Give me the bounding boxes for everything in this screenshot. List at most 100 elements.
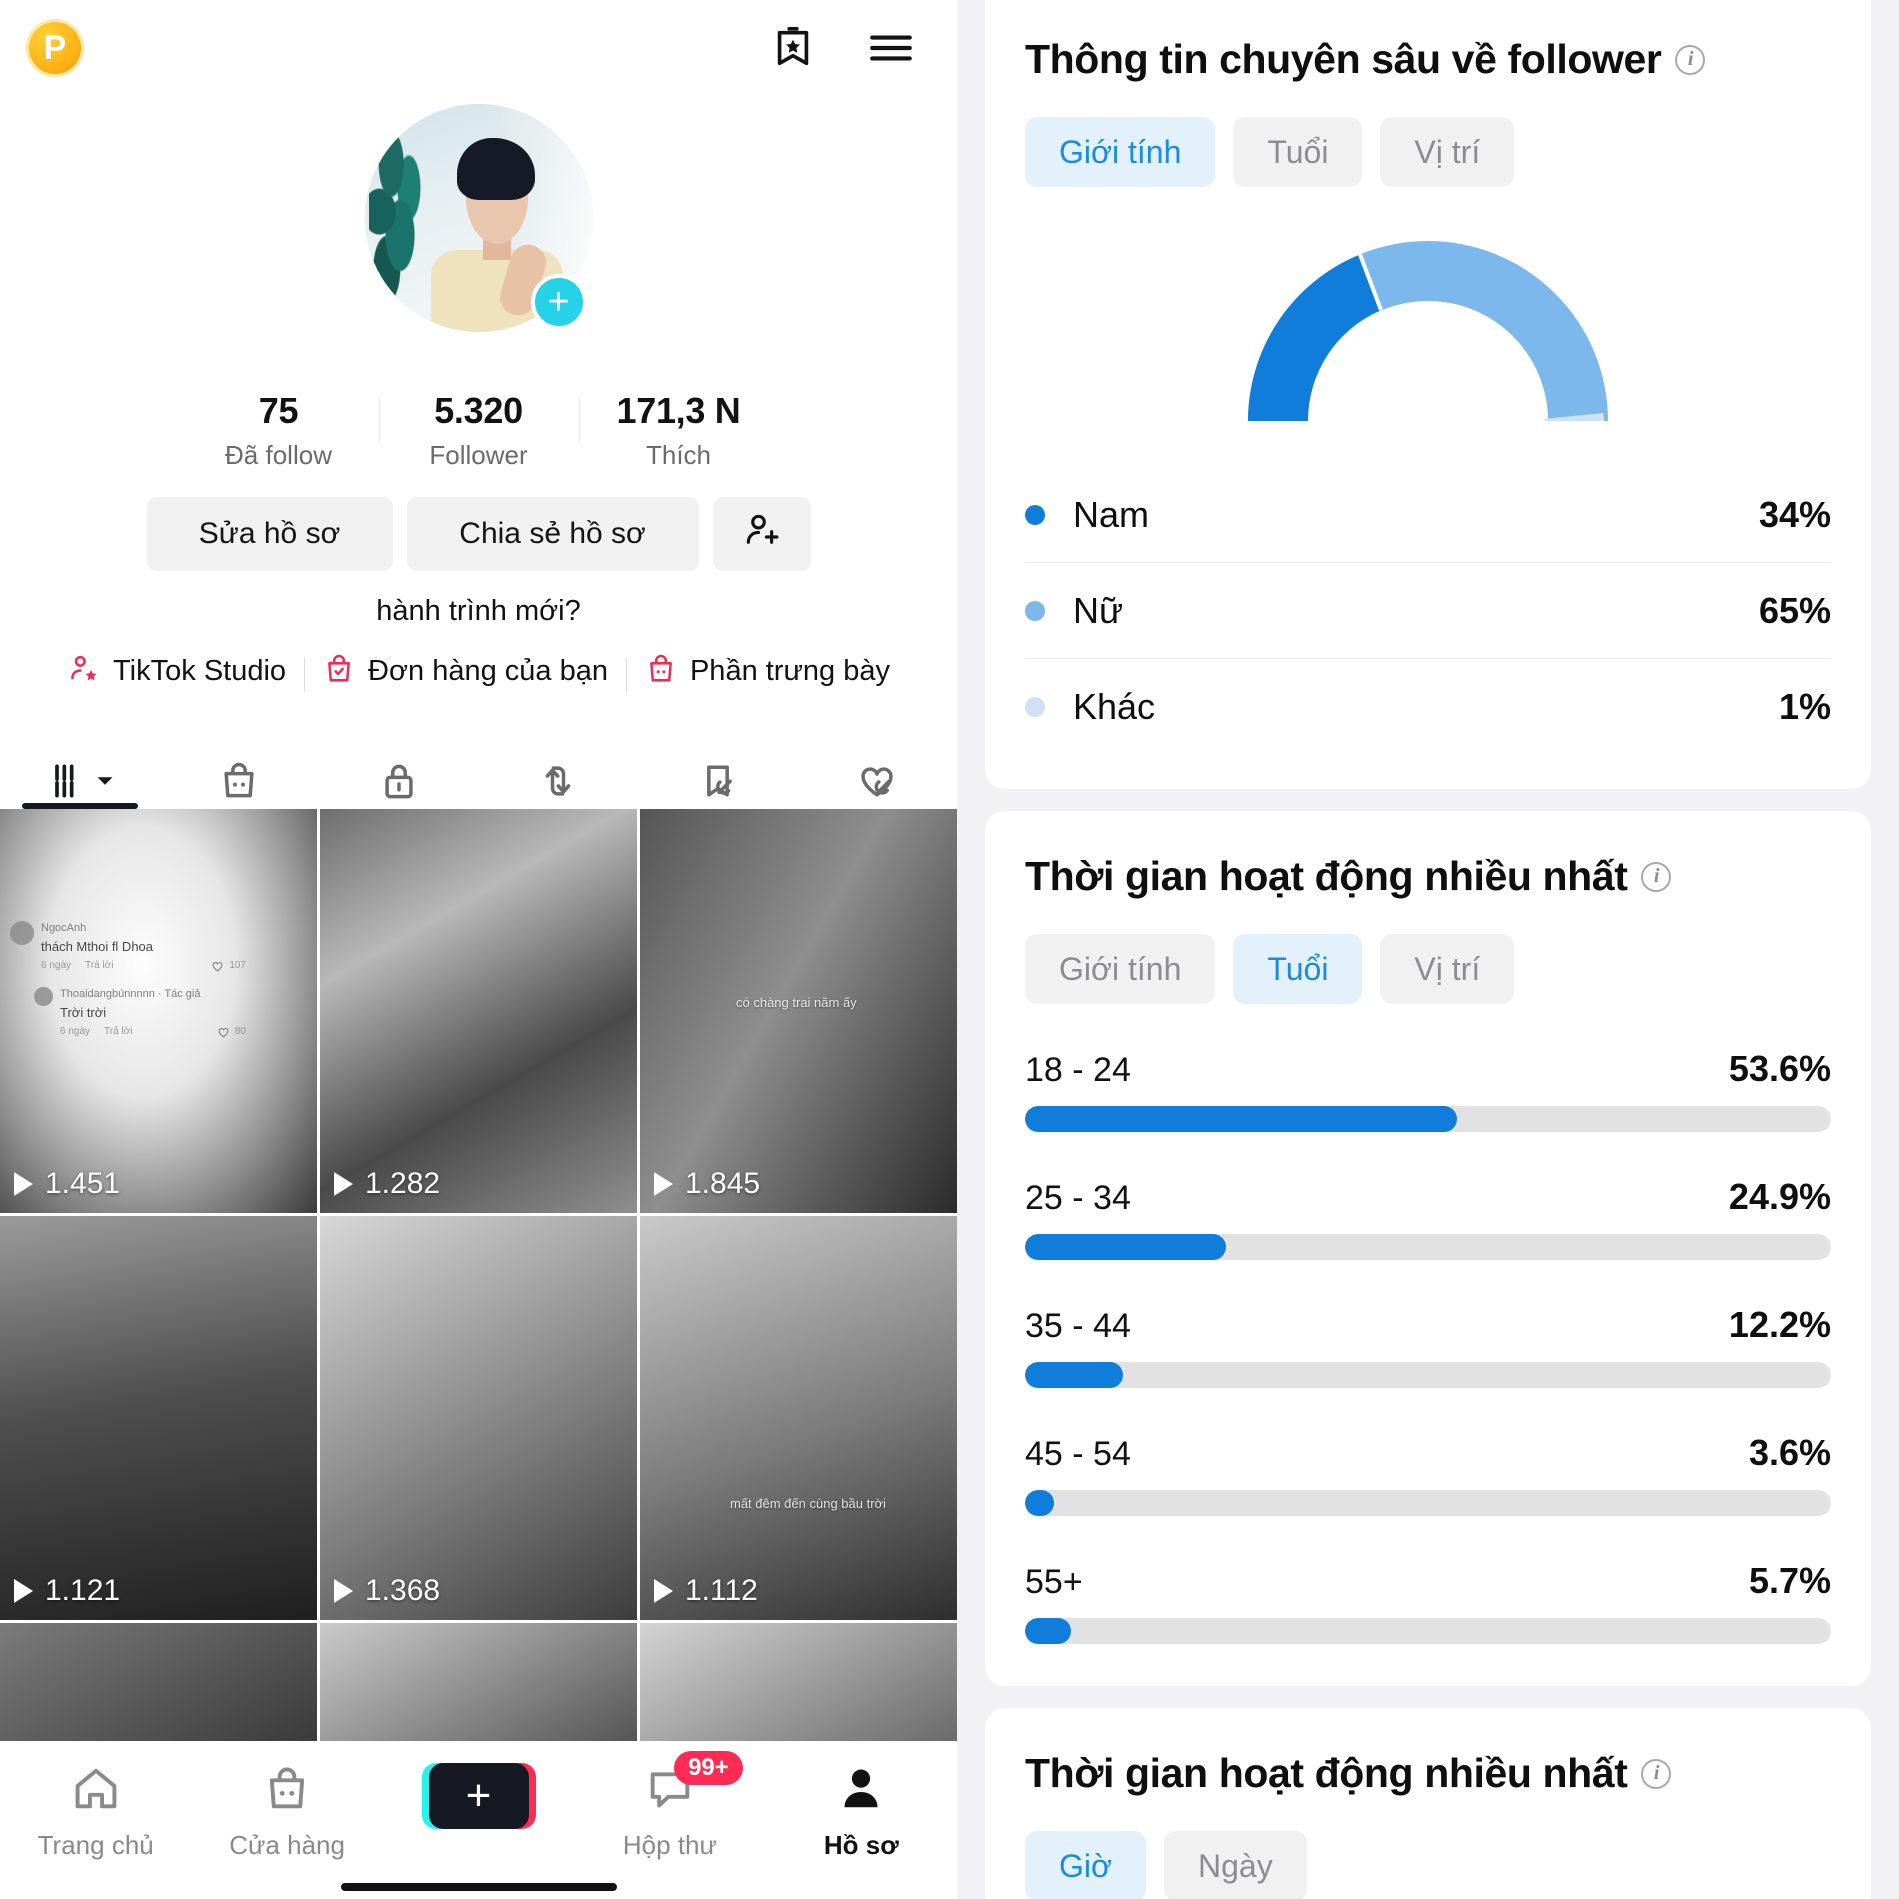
video-view-count: 1.121 (14, 1574, 120, 1608)
create-plus-icon[interactable]: + (421, 1763, 536, 1829)
shortcut-label: Phần trưng bày (689, 655, 890, 687)
stat-value: 5.320 (434, 390, 523, 431)
tab-repost[interactable] (479, 717, 639, 809)
add-friend-button[interactable] (712, 497, 811, 571)
comment-avatar (34, 986, 53, 1006)
bar-value: 12.2% (1728, 1304, 1831, 1345)
coin-badge-icon[interactable]: P (26, 19, 84, 77)
video-cell[interactable] (640, 1623, 957, 1743)
stat-following[interactable]: 75 Đã follow (179, 390, 379, 471)
add-person-icon (741, 509, 783, 559)
bar-row: 18 - 24 53.6% (1025, 1048, 1831, 1132)
segment-gender[interactable]: Giới tính (1025, 117, 1216, 187)
video-cell[interactable]: 1.121 (0, 1216, 317, 1620)
bar-row: 35 - 44 12.2% (1025, 1304, 1831, 1388)
edit-profile-button[interactable]: Sửa hồ sơ (146, 497, 393, 571)
bar-value: 3.6% (1748, 1432, 1831, 1473)
comment-time: 6 ngày (60, 1026, 91, 1038)
segment-location[interactable]: Vị trí (1380, 117, 1515, 187)
bar-label: 45 - 54 (1025, 1435, 1131, 1473)
bar-fill (1025, 1106, 1458, 1132)
bar-label: 25 - 34 (1025, 1179, 1131, 1217)
bookmark-star-icon[interactable] (767, 22, 819, 74)
profile-shortcuts: TikTok Studio Đơn hàng của bạn Phần trưn… (0, 652, 957, 692)
comment-like-count: 107 (229, 960, 246, 972)
bar-label: 55+ (1025, 1563, 1083, 1601)
nav-item-profile[interactable]: Hồ sơ (766, 1763, 957, 1861)
view-count-value: 1.368 (365, 1574, 441, 1607)
segment-gender[interactable]: Giới tính (1025, 934, 1216, 1004)
share-profile-button[interactable]: Chia sẻ hồ sơ (406, 497, 699, 571)
video-grid: NgocAnh thách Mthoi fl Dhoa 6 ngày Trả l… (0, 809, 957, 1743)
nav-item-inbox[interactable]: 99+ Hộp thư (574, 1751, 765, 1861)
plus-badge-icon[interactable]: + (530, 274, 587, 330)
bar-track (1025, 1490, 1831, 1516)
segment-age[interactable]: Tuổi (1233, 934, 1363, 1004)
legend-dot-other (1025, 697, 1045, 717)
legend-item: Nam 34% (1025, 467, 1831, 563)
bar-head: 55+ 5.7% (1025, 1560, 1831, 1602)
comment-meta: 6 ngày Trả lời 80 (60, 1025, 246, 1039)
comment-author: Thoaidangbúnnnnn · Tác giả (60, 987, 246, 1002)
inbox-badge: 99+ (674, 1751, 743, 1786)
video-cell[interactable]: 1.282 (320, 809, 637, 1213)
nav-label: Trang chủ (37, 1830, 154, 1860)
stat-followers[interactable]: 5.320 Follower (378, 390, 579, 471)
info-icon[interactable]: i (1641, 1758, 1672, 1789)
nav-item-home[interactable]: Trang chủ (0, 1763, 191, 1861)
stat-likes[interactable]: 171,3 N Thích (578, 390, 779, 471)
bar-fill (1025, 1234, 1226, 1260)
tab-private[interactable] (319, 717, 479, 809)
shortcut-showcase[interactable]: Phần trưng bày (625, 652, 908, 692)
topbar-icons (767, 22, 931, 74)
play-icon (654, 1579, 673, 1603)
shortcut-your-orders[interactable]: Đơn hàng của bạn (304, 652, 626, 692)
profile-tabs (0, 717, 957, 809)
tab-saved[interactable] (638, 717, 798, 809)
gender-gauge-chart (1025, 221, 1831, 431)
active-time-age-card: Thời gian hoạt động nhiều nhất i Giới tí… (985, 811, 1871, 1686)
bar-fill (1025, 1362, 1124, 1388)
heart-icon (212, 961, 223, 972)
nav-item-shop[interactable]: Cửa hàng (191, 1763, 382, 1861)
video-cell[interactable]: có chàng trai năm ấy 1.845 (640, 809, 957, 1213)
chevron-down-icon (97, 777, 113, 785)
video-cell[interactable]: mất đêm đến cùng bầu trời 1.112 (640, 1216, 957, 1620)
info-icon[interactable]: i (1675, 44, 1706, 75)
age-bar-chart: 18 - 24 53.6% 25 - 34 24.9% 35 - 44 12.2… (1025, 1048, 1831, 1644)
bar-head: 35 - 44 12.2% (1025, 1304, 1831, 1346)
segment-day[interactable]: Ngày (1163, 1831, 1307, 1899)
video-cell[interactable] (0, 1623, 317, 1743)
shortcut-tiktok-studio[interactable]: TikTok Studio (49, 652, 304, 691)
view-count-value: 1.451 (45, 1167, 121, 1200)
comment-item: Thoaidangbúnnnnn · Tác giả Trời trời 6 n… (34, 986, 246, 1039)
hamburger-menu-icon[interactable] (865, 22, 917, 74)
profile-stats: 75 Đã follow 5.320 Follower 171,3 N Thíc… (0, 390, 957, 471)
tab-posts[interactable] (0, 717, 160, 809)
video-cell[interactable] (320, 1623, 637, 1743)
bar-row: 55+ 5.7% (1025, 1560, 1831, 1644)
legend-label: Nam (1073, 493, 1150, 535)
nav-item-create[interactable]: + (383, 1763, 574, 1829)
video-cell[interactable]: 1.368 (320, 1216, 637, 1620)
inbox-icon: 99+ (644, 1751, 743, 1820)
bar-row: 45 - 54 3.6% (1025, 1432, 1831, 1516)
tab-shop[interactable] (160, 717, 320, 809)
play-icon (14, 1172, 33, 1196)
bag-check-icon (322, 652, 356, 691)
segmented-control-hour: Giờ Ngày (1025, 1831, 1831, 1899)
card-title-text: Thời gian hoạt động nhiều nhất (1025, 1750, 1628, 1796)
bar-fill (1025, 1618, 1071, 1644)
tab-liked[interactable] (798, 717, 958, 809)
play-icon (334, 1172, 353, 1196)
comment-avatar (10, 921, 34, 945)
segment-age[interactable]: Tuổi (1233, 117, 1363, 187)
segment-hour[interactable]: Giờ (1025, 1831, 1146, 1899)
card-title: Thời gian hoạt động nhiều nhất i (1025, 1750, 1831, 1797)
avatar[interactable]: + (364, 104, 593, 332)
segment-location[interactable]: Vị trí (1380, 934, 1515, 1004)
video-cell[interactable]: NgocAnh thách Mthoi fl Dhoa 6 ngày Trả l… (0, 809, 317, 1213)
stat-label: Follower (429, 440, 528, 470)
comment-author-name: Thoaidangbúnnnnn (60, 987, 155, 1000)
info-icon[interactable]: i (1641, 861, 1672, 892)
